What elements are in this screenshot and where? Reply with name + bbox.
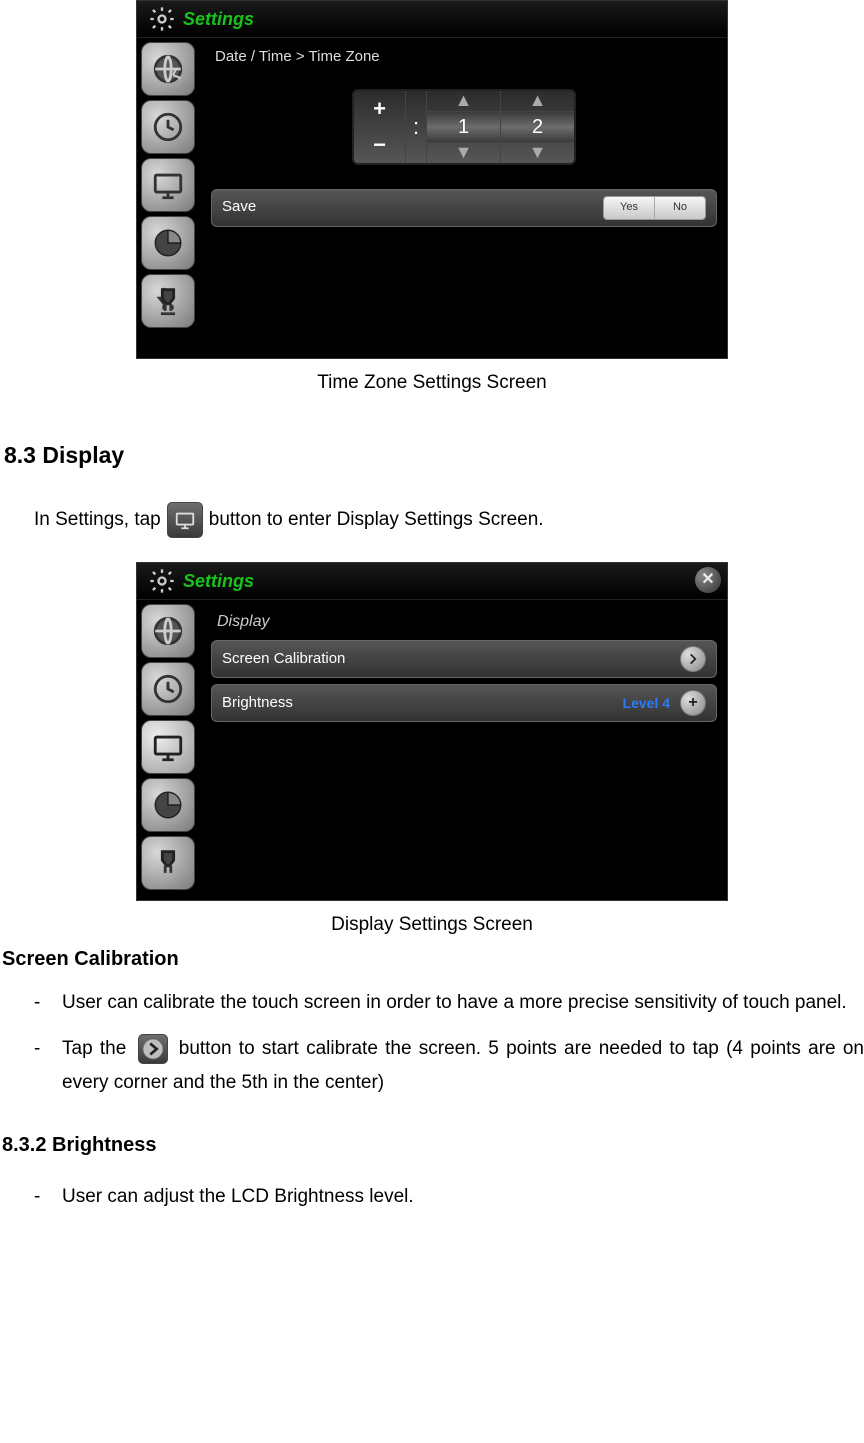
yes-no-group: Yes No xyxy=(603,196,706,220)
calibration-list: User can calibrate the touch screen in o… xyxy=(0,986,864,1101)
sidebar-item-display[interactable] xyxy=(141,158,195,212)
save-label: Save xyxy=(222,196,256,219)
breadcrumb: Date / Time > Time Zone xyxy=(211,46,717,69)
heading-brightness: 8.3.2 Brightness xyxy=(2,1130,864,1160)
brightness-bullet-1: User can adjust the LCD Brightness level… xyxy=(34,1180,864,1214)
panel-title-display: Display xyxy=(211,608,717,640)
tz-digit2-down[interactable]: ▼ xyxy=(501,143,574,163)
brightness-plus-button[interactable]: + xyxy=(680,690,706,716)
tz-digit1-up[interactable]: ▲ xyxy=(427,91,500,111)
heading-display: 8.3 Display xyxy=(4,438,864,473)
sidebar-item-power[interactable] xyxy=(141,274,195,328)
sidebar xyxy=(137,600,201,900)
row-brightness-label: Brightness xyxy=(222,692,293,715)
tz-separator: : xyxy=(406,91,427,163)
brightness-level-value: Level 4 xyxy=(623,693,670,714)
sidebar-item-storage[interactable] xyxy=(141,778,195,832)
calibration-bullet-1: User can calibrate the touch screen in o… xyxy=(34,986,864,1020)
settings-title: Settings xyxy=(183,6,254,33)
sidebar-item-time[interactable] xyxy=(141,100,195,154)
tz-digit1-down[interactable]: ▼ xyxy=(427,143,500,163)
display-content: Display Screen Calibration Brightness Le… xyxy=(201,600,727,900)
row-brightness[interactable]: Brightness Level 4 + xyxy=(211,684,717,722)
sidebar-item-network[interactable] xyxy=(141,604,195,658)
sidebar-item-power[interactable] xyxy=(141,836,195,890)
heading-screen-calibration: Screen Calibration xyxy=(2,944,864,974)
calibration-bullet-2: Tap the button to start calibrate the sc… xyxy=(34,1032,864,1100)
display-intro-post: button to enter Display Settings Screen. xyxy=(209,506,544,535)
row-screen-calibration[interactable]: Screen Calibration xyxy=(211,640,717,678)
calibration-bullet-2-pre: Tap the xyxy=(62,1038,126,1059)
gear-icon xyxy=(147,566,177,596)
close-icon: ✕ xyxy=(701,568,714,592)
device-header-2: Settings ✕ xyxy=(137,563,727,600)
display-icon xyxy=(167,502,203,538)
tz-digit1-value: 1 xyxy=(427,111,500,143)
tz-sign-plus-button[interactable]: + xyxy=(354,91,406,127)
tz-digit2-up[interactable]: ▲ xyxy=(501,91,574,111)
close-button[interactable]: ✕ xyxy=(695,567,721,593)
timezone-settings-device: Settings xyxy=(136,0,728,359)
display-intro-pre: In Settings, tap xyxy=(34,506,161,535)
display-settings-device: Settings ✕ xyxy=(136,562,728,901)
brightness-list: User can adjust the LCD Brightness level… xyxy=(0,1180,864,1214)
arrow-right-icon xyxy=(138,1034,168,1064)
sidebar-item-storage[interactable] xyxy=(141,216,195,270)
timezone-picker: + − : ▲ 1 ▼ ▲ 2 ▼ xyxy=(352,89,576,165)
yes-button[interactable]: Yes xyxy=(604,197,654,219)
tz-sign-minus-button[interactable]: − xyxy=(354,126,406,163)
caption-timezone: Time Zone Settings Screen xyxy=(0,369,864,398)
sidebar-item-display[interactable] xyxy=(141,720,195,774)
gear-icon xyxy=(147,4,177,34)
timezone-content: Date / Time > Time Zone + − : ▲ 1 ▼ ▲ 2 xyxy=(201,38,727,358)
sidebar-item-time[interactable] xyxy=(141,662,195,716)
display-intro: In Settings, tap button to enter Display… xyxy=(34,502,864,538)
caption-display: Display Settings Screen xyxy=(0,911,864,940)
tz-digit2-value: 2 xyxy=(501,111,574,143)
arrow-right-icon[interactable] xyxy=(680,646,706,672)
settings-title: Settings xyxy=(183,568,254,595)
device-header: Settings xyxy=(137,1,727,38)
row-calibration-label: Screen Calibration xyxy=(222,648,345,671)
save-row: Save Yes No xyxy=(211,189,717,227)
sidebar xyxy=(137,38,201,358)
calibration-bullet-2-post: button to start calibrate the screen. 5 … xyxy=(62,1038,864,1093)
no-button[interactable]: No xyxy=(654,197,705,219)
sidebar-item-network[interactable] xyxy=(141,42,195,96)
